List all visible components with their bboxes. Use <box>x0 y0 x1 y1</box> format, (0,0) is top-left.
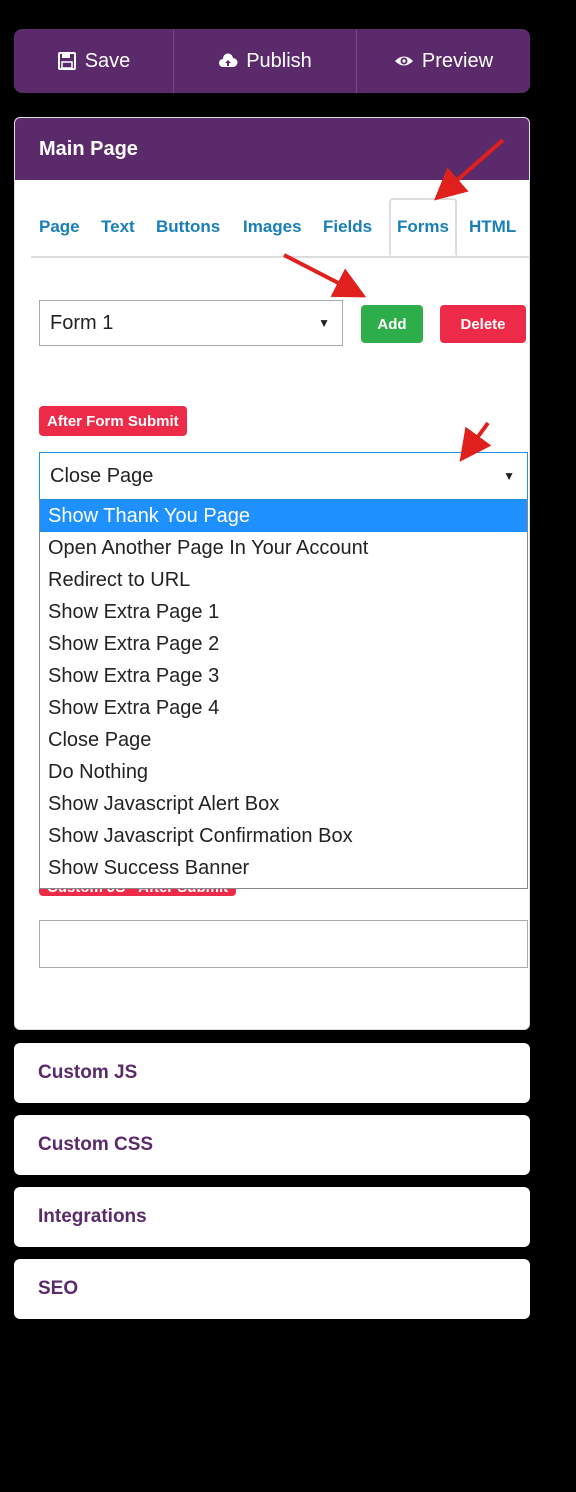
form-select[interactable]: Form 1 ▼ <box>39 300 343 346</box>
preview-label: Preview <box>421 49 494 72</box>
tab-forms[interactable]: Forms <box>389 198 457 256</box>
save-icon <box>57 52 76 70</box>
form-select-value: Form 1 <box>50 311 114 334</box>
option-close-page[interactable]: Close Page <box>40 724 527 756</box>
after-submit-value: Close Page <box>50 464 154 487</box>
delete-form-button[interactable]: Delete <box>440 305 526 343</box>
option-show-extra-page-4[interactable]: Show Extra Page 4 <box>40 692 527 724</box>
chevron-down-icon: ▼ <box>318 316 330 330</box>
chevron-down-icon: ▼ <box>503 469 515 483</box>
editor-tabs: Page Text Buttons Images Fields Forms HT… <box>31 198 529 258</box>
option-show-extra-page-2[interactable]: Show Extra Page 2 <box>40 628 527 660</box>
after-submit-dropdown: Show Thank You Page Open Another Page In… <box>39 499 528 889</box>
section-custom-css[interactable]: Custom CSS <box>14 1115 530 1175</box>
section-custom-js-label: Custom JS <box>38 1062 138 1083</box>
tab-page[interactable]: Page <box>39 198 80 256</box>
option-show-javascript-confirmation-box[interactable]: Show Javascript Confirmation Box <box>40 820 527 852</box>
section-custom-js[interactable]: Custom JS <box>14 1043 530 1103</box>
section-integrations-label: Integrations <box>38 1206 147 1227</box>
option-show-extra-page-3[interactable]: Show Extra Page 3 <box>40 660 527 692</box>
tab-html[interactable]: HTML <box>469 198 516 256</box>
section-integrations[interactable]: Integrations <box>14 1187 530 1247</box>
tab-fields[interactable]: Fields <box>323 198 372 256</box>
section-seo-label: SEO <box>38 1278 79 1299</box>
section-seo[interactable]: SEO <box>14 1259 530 1319</box>
main-page-header[interactable]: Main Page <box>15 118 529 180</box>
save-button[interactable]: Save <box>14 29 174 93</box>
add-form-button[interactable]: Add <box>361 305 423 343</box>
panel-title: Main Page <box>39 137 138 160</box>
option-show-extra-page-1[interactable]: Show Extra Page 1 <box>40 596 527 628</box>
option-open-another-page[interactable]: Open Another Page In Your Account <box>40 532 527 564</box>
eye-icon <box>394 56 413 66</box>
after-submit-select[interactable]: Close Page ▼ <box>39 452 528 500</box>
top-toolbar: Save Publish Preview <box>14 29 530 93</box>
option-show-thank-you-page[interactable]: Show Thank You Page <box>40 500 527 532</box>
publish-button[interactable]: Publish <box>174 29 357 93</box>
option-do-nothing[interactable]: Do Nothing <box>40 756 527 788</box>
tab-images[interactable]: Images <box>243 198 302 256</box>
publish-label: Publish <box>246 49 312 72</box>
custom-js-after-submit-input[interactable] <box>39 920 528 968</box>
tab-buttons[interactable]: Buttons <box>156 198 220 256</box>
tab-text[interactable]: Text <box>101 198 135 256</box>
preview-button[interactable]: Preview <box>357 29 530 93</box>
option-show-javascript-alert-box[interactable]: Show Javascript Alert Box <box>40 788 527 820</box>
option-redirect-to-url[interactable]: Redirect to URL <box>40 564 527 596</box>
main-page-panel: Main Page Page Text Buttons Images Field… <box>14 117 530 1030</box>
cloud-upload-icon <box>219 53 238 67</box>
after-form-submit-label: After Form Submit <box>39 406 187 436</box>
save-label: Save <box>84 49 131 72</box>
option-show-success-banner[interactable]: Show Success Banner <box>40 852 527 884</box>
section-custom-css-label: Custom CSS <box>38 1134 154 1155</box>
